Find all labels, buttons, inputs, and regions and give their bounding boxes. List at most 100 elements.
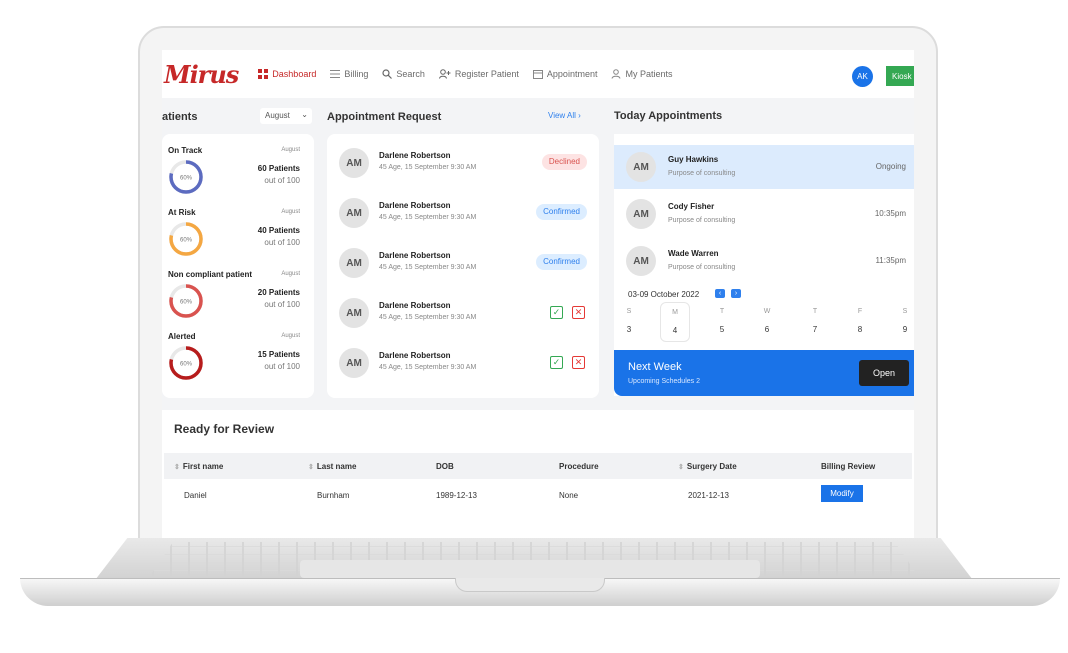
accept-icon[interactable]: ✓ <box>550 356 563 369</box>
laptop-notch <box>455 578 605 592</box>
day-letter: F <box>857 308 863 315</box>
request-details: 45 Age, 15 September 9:30 AM <box>379 214 477 221</box>
month-dropdown[interactable]: August ⌄ <box>260 108 312 124</box>
day-thu[interactable]: T7 <box>800 308 830 334</box>
view-all-label: View All <box>548 111 576 120</box>
col-last-name[interactable]: ⇕ Last name <box>308 462 356 471</box>
modify-button[interactable]: Modify <box>821 485 863 502</box>
patient-name: Cody Fisher <box>668 202 715 211</box>
nav-billing[interactable]: Billing <box>330 69 368 79</box>
trackpad-rail <box>300 560 760 578</box>
metric-at-risk: At Risk August 60% 40 Patients out of 10… <box>168 208 300 268</box>
metric-non-compliant: Non compliant patient August 60% 20 Pati… <box>168 270 300 330</box>
day-letter: S <box>902 308 908 315</box>
avatar: AM <box>339 298 369 328</box>
sort-icon: ⇕ <box>678 464 684 471</box>
day-number: 4 <box>672 326 678 335</box>
chevron-right-icon: › <box>578 111 581 120</box>
day-fri[interactable]: F8 <box>845 308 875 334</box>
appointment-row[interactable]: AM Wade Warren Purpose of consulting 11:… <box>614 239 914 283</box>
next-week-button[interactable]: › <box>731 289 741 298</box>
patients-card: On Track August 60% 60 Patients out of 1… <box>162 134 314 398</box>
list-item[interactable]: AM Darlene Robertson 45 Age, 15 Septembe… <box>339 148 587 182</box>
progress-ring: 60% <box>169 222 203 256</box>
metric-sub: out of 100 <box>264 362 300 371</box>
col-procedure: Procedure <box>559 462 599 471</box>
nav-my-patients[interactable]: My Patients <box>611 69 673 79</box>
metric-on-track: On Track August 60% 60 Patients out of 1… <box>168 146 300 206</box>
nav-appointment-label: Appointment <box>546 69 598 79</box>
list-item[interactable]: AM Darlene Robertson 45 Age, 15 Septembe… <box>339 198 587 232</box>
day-number: 5 <box>719 325 725 334</box>
day-sun[interactable]: S3 <box>614 308 644 334</box>
nav-search-label: Search <box>396 69 425 79</box>
ready-for-review-card: Ready for Review ⇕ First name ⇕ Last name … <box>162 410 914 538</box>
avatar: AM <box>339 148 369 178</box>
col-label: Billing Review <box>821 462 876 471</box>
col-label: DOB <box>436 462 454 471</box>
today-appointments-title: Today Appointments <box>614 110 723 122</box>
day-letter: M <box>672 309 678 316</box>
list-item[interactable]: AM Darlene Robertson 45 Age, 15 Septembe… <box>339 298 587 332</box>
avatar: AM <box>339 198 369 228</box>
nav-appointment[interactable]: Appointment <box>532 69 598 79</box>
view-all-link[interactable]: View All › <box>548 111 581 120</box>
reject-icon[interactable]: ✕ <box>572 306 585 319</box>
col-dob: DOB <box>436 462 454 471</box>
progress-ring: 60% <box>169 284 203 318</box>
metric-title: At Risk <box>168 208 196 217</box>
nav-register-label: Register Patient <box>454 69 519 79</box>
prev-week-button[interactable]: ‹ <box>715 289 725 298</box>
metric-sub: out of 100 <box>264 176 300 185</box>
brand-logo[interactable]: Mirus <box>164 60 239 89</box>
progress-ring: 60% <box>169 346 203 380</box>
day-sat[interactable]: S9 <box>890 308 914 334</box>
nav-search[interactable]: Search <box>382 69 425 79</box>
appointment-time: Ongoing <box>875 162 906 171</box>
laptop-mockup: Mirus Dashboard Billing Search Register … <box>0 0 1068 653</box>
day-letter: S <box>626 308 632 315</box>
cell-procedure: None <box>559 491 579 500</box>
status-badge: Declined <box>541 154 587 170</box>
day-wed[interactable]: W6 <box>752 308 782 334</box>
next-week-sub: Upcoming Schedules 2 <box>628 378 700 385</box>
day-number: 8 <box>857 325 863 334</box>
chevron-right-icon: › <box>734 290 738 297</box>
status-badge: Confirmed <box>536 254 587 270</box>
metric-month: August <box>281 333 300 339</box>
request-details: 45 Age, 15 September 9:30 AM <box>379 164 477 171</box>
col-billing-review: Billing Review <box>821 462 875 471</box>
cell-dob: 1989-12-13 <box>436 491 477 500</box>
user-avatar[interactable]: AK <box>852 66 873 87</box>
col-first-name[interactable]: ⇕ First name <box>174 462 223 471</box>
day-tue[interactable]: T5 <box>707 308 737 334</box>
metric-sub: out of 100 <box>264 238 300 247</box>
nav-my-patients-label: My Patients <box>625 69 673 79</box>
progress-percent: 60% <box>180 362 193 368</box>
calendar-icon <box>532 70 543 79</box>
progress-percent: 60% <box>180 176 193 182</box>
chevron-left-icon: ‹ <box>718 290 722 297</box>
request-name: Darlene Robertson <box>379 151 451 160</box>
avatar: AM <box>339 248 369 278</box>
nav-register-patient[interactable]: Register Patient <box>438 69 519 79</box>
list-item[interactable]: AM Darlene Robertson 45 Age, 15 Septembe… <box>339 348 587 382</box>
day-mon-selected[interactable]: M4 <box>660 302 690 342</box>
open-button[interactable]: Open <box>859 360 909 386</box>
col-surgery-date[interactable]: ⇕ Surgery Date <box>678 462 737 471</box>
kiosk-button[interactable]: Kiosk <box>886 66 914 86</box>
metric-alerted: Alerted August 60% 15 Patients out of 10… <box>168 332 300 392</box>
consult-purpose: Purpose of consulting <box>668 264 736 271</box>
metric-title: Non compliant patient <box>168 270 252 279</box>
table-header: ⇕ First name ⇕ Last name DOB Procedure ⇕ Su… <box>164 453 912 479</box>
appointment-row[interactable]: AM Guy Hawkins Purpose of consulting Ong… <box>614 145 914 189</box>
list-item[interactable]: AM Darlene Robertson 45 Age, 15 Septembe… <box>339 248 587 282</box>
appointment-row[interactable]: AM Cody Fisher Purpose of consulting 10:… <box>614 192 914 236</box>
col-label: Last name <box>316 462 357 471</box>
appointment-time: 10:35pm <box>874 209 906 218</box>
accept-icon[interactable]: ✓ <box>550 306 563 319</box>
user-plus-icon <box>438 69 451 79</box>
request-name: Darlene Robertson <box>379 201 451 210</box>
nav-dashboard[interactable]: Dashboard <box>258 69 316 79</box>
reject-icon[interactable]: ✕ <box>572 356 585 369</box>
